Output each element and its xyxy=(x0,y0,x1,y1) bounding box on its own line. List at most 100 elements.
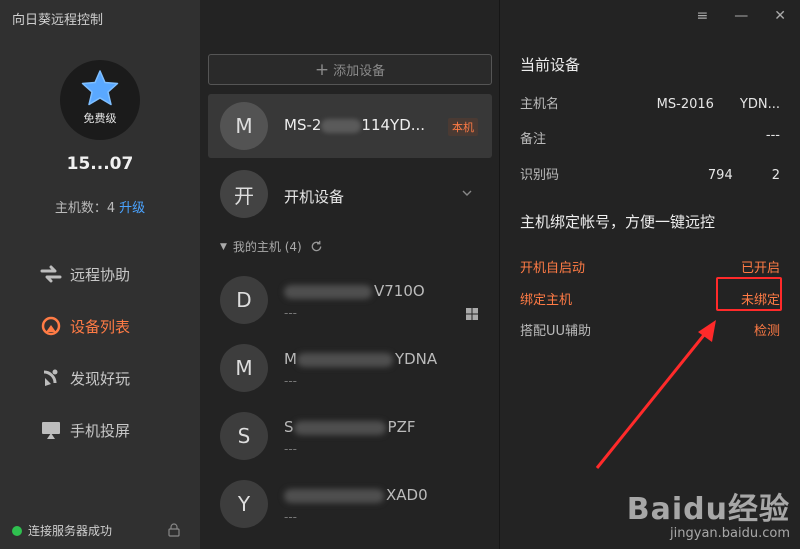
device-avatar: M xyxy=(220,344,268,392)
boot-avatar: 开 xyxy=(220,170,268,218)
online-dot-icon xyxy=(12,525,22,536)
device-name-part: YDNA xyxy=(394,350,438,368)
redaction-mask xyxy=(321,118,362,133)
nav-label: 设备列表 xyxy=(70,317,131,336)
nav-screen-cast[interactable]: 手机投屏 xyxy=(40,404,130,456)
screen-cast-icon xyxy=(40,419,62,441)
status-label: 连接服务器成功 xyxy=(28,524,113,538)
device-name-part: M xyxy=(284,350,297,368)
detect-link[interactable]: 检测 xyxy=(754,320,780,339)
nav-label: 远程协助 xyxy=(70,265,131,284)
device-name: XAD0 xyxy=(284,486,428,504)
device-avatar: M xyxy=(220,102,268,150)
redaction-mask xyxy=(293,420,386,435)
device-name: S PZF xyxy=(284,418,415,436)
device-note: --- xyxy=(284,306,297,320)
nav-discover[interactable]: 发现好玩 xyxy=(40,352,130,404)
windows-icon xyxy=(466,308,478,320)
hostname-row: 主机名 MS-2016 YDN... xyxy=(520,93,780,112)
id-code-row: 识别码 794 2 xyxy=(520,164,780,183)
field-label: 主机名 xyxy=(520,97,560,112)
device-item[interactable]: M M YDNA --- xyxy=(220,344,490,404)
device-name: V710O xyxy=(284,282,425,300)
refresh-icon[interactable] xyxy=(310,240,323,253)
redaction-mask xyxy=(284,284,372,299)
current-device-title: 当前设备 xyxy=(520,56,581,74)
discover-icon xyxy=(40,367,62,389)
window-controls: ≡ — ✕ xyxy=(697,8,786,24)
nav-device-list[interactable]: 设备列表 xyxy=(40,300,130,352)
nav-remote-assist[interactable]: 远程协助 xyxy=(40,248,130,300)
field-label: 识别码 xyxy=(520,168,560,183)
local-badge: 本机 xyxy=(448,118,478,136)
device-item[interactable]: Y XAD0 --- xyxy=(220,480,490,540)
watermark-url: jingyan.baidu.com xyxy=(670,526,790,541)
device-name-part: MS-2 xyxy=(284,116,322,134)
close-icon[interactable]: ✕ xyxy=(774,8,786,24)
annotation-box xyxy=(716,277,782,311)
app-window: 向日葵远程控制 免费级 15...07 主机数：4 升级 远程协助 设备列表 发… xyxy=(0,0,800,549)
device-avatar: D xyxy=(220,276,268,324)
device-name-part: S xyxy=(284,418,294,436)
device-list-panel: + 添加设备 M MS-2 114YD... 本机 开 开机设备 ▼ 我的主机 (… xyxy=(200,0,500,549)
device-name-part: 114YD... xyxy=(361,116,426,134)
minimize-icon[interactable]: — xyxy=(734,8,748,24)
chevron-down-icon[interactable] xyxy=(462,188,472,198)
device-avatar: Y xyxy=(220,480,268,528)
boot-device-label: 开机设备 xyxy=(284,188,345,206)
lock-icon[interactable] xyxy=(168,523,180,537)
tier-label: 免费级 xyxy=(83,112,117,125)
device-detail-panel: ≡ — ✕ 当前设备 主机名 MS-2016 YDN... 备注 --- 识别码… xyxy=(500,0,800,549)
bind-section-title: 主机绑定帐号，方便一键远控 xyxy=(520,213,716,231)
star-icon xyxy=(81,70,119,106)
autostart-row[interactable]: 开机自启动 已开启 xyxy=(520,257,780,276)
remote-assist-icon xyxy=(40,263,62,285)
nav-label: 发现好玩 xyxy=(70,369,131,388)
current-device-item[interactable]: M MS-2 114YD... 本机 xyxy=(208,94,492,158)
caret-down-icon: ▼ xyxy=(220,241,227,252)
device-name: M YDNA xyxy=(284,350,437,368)
nav-label: 手机投屏 xyxy=(70,421,131,440)
avatar[interactable]: 免费级 xyxy=(60,60,140,140)
upgrade-link[interactable]: 升级 xyxy=(119,201,145,216)
device-note: --- xyxy=(284,442,297,456)
device-item[interactable]: S S PZF --- xyxy=(220,412,490,472)
watermark-logo: Baidu经验 xyxy=(626,492,790,527)
nav-menu: 远程协助 设备列表 发现好玩 手机投屏 xyxy=(40,248,130,456)
remark-row: 备注 --- xyxy=(520,128,780,147)
add-device-button[interactable]: + 添加设备 xyxy=(208,54,492,85)
device-name-part: V710O xyxy=(374,282,425,300)
watermark: Baidu经验 jingyan.baidu.com xyxy=(627,484,790,541)
option-label: 搭配UU辅助 xyxy=(520,324,592,339)
redaction-mask xyxy=(284,488,384,503)
device-item[interactable]: D V710O --- xyxy=(220,276,490,336)
host-count-label: 主机数：4 xyxy=(54,201,116,216)
option-label: 开机自启动 xyxy=(520,261,586,276)
device-list-icon xyxy=(40,315,62,337)
option-label: 绑定主机 xyxy=(520,293,573,308)
uu-helper-row[interactable]: 搭配UU辅助 检测 xyxy=(520,320,780,339)
device-name-part: PZF xyxy=(387,418,416,436)
connection-status: 连接服务器成功 xyxy=(12,522,112,539)
boot-device-item[interactable]: 开 开机设备 xyxy=(208,168,492,220)
redaction-mask xyxy=(296,352,393,367)
device-note: --- xyxy=(284,374,297,388)
group-label: 我的主机 (4) xyxy=(232,240,302,254)
group-header[interactable]: ▼ 我的主机 (4) xyxy=(220,238,323,255)
device-avatar: S xyxy=(220,412,268,460)
menu-icon[interactable]: ≡ xyxy=(697,8,709,24)
field-value: 794 2 xyxy=(707,168,780,183)
current-device-name: MS-2 114YD... xyxy=(284,116,425,134)
add-device-label: 添加设备 xyxy=(333,64,386,79)
plus-icon: + xyxy=(314,59,330,80)
device-note: --- xyxy=(284,510,297,524)
device-name-part: XAD0 xyxy=(386,486,428,504)
field-label: 备注 xyxy=(520,132,547,147)
field-value: --- xyxy=(765,128,780,143)
host-count: 主机数：4 升级 xyxy=(0,197,200,216)
sidebar: 向日葵远程控制 免费级 15...07 主机数：4 升级 远程协助 设备列表 发… xyxy=(0,0,200,549)
option-value[interactable]: 已开启 xyxy=(741,257,780,276)
app-title: 向日葵远程控制 xyxy=(12,13,104,28)
field-value: MS-2016 YDN... xyxy=(656,97,780,112)
user-id: 15...07 xyxy=(66,154,134,174)
